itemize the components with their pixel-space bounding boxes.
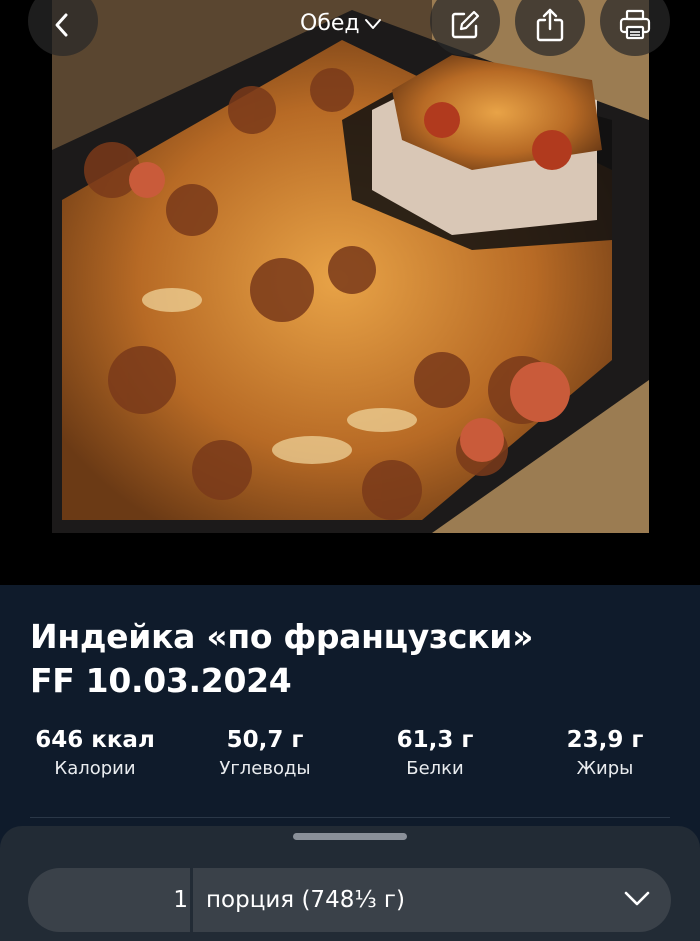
sheet-grabber[interactable] xyxy=(293,833,407,840)
carbs-stat: 50,7 г Углеводы xyxy=(180,725,350,783)
back-button[interactable] xyxy=(28,0,98,56)
edit-button[interactable] xyxy=(430,0,500,56)
chevron-left-icon xyxy=(51,0,75,42)
recipe-title-line1: Индейка «по французски» xyxy=(30,617,534,656)
quantity-field[interactable]: 1 xyxy=(28,868,188,932)
chevron-down-icon[interactable] xyxy=(623,890,651,912)
fat-label: Жиры xyxy=(576,758,634,779)
protein-stat: 61,3 г Белки xyxy=(350,725,520,783)
share-icon xyxy=(535,0,565,46)
fat-value: 23,9 г xyxy=(566,727,644,753)
print-button[interactable] xyxy=(600,0,670,56)
meal-selector[interactable]: Обед xyxy=(300,6,382,40)
chevron-down-icon xyxy=(364,11,382,36)
quantity-divider xyxy=(190,868,193,932)
protein-label: Белки xyxy=(406,758,464,779)
divider xyxy=(30,817,670,818)
share-button[interactable] xyxy=(515,0,585,56)
recipe-photo xyxy=(52,0,649,533)
recipe-title: Индейка «по французски» FF 10.03.2024 xyxy=(30,615,670,703)
recipe-title-line2: FF 10.03.2024 xyxy=(30,661,292,700)
meal-label: Обед xyxy=(300,10,360,36)
top-bar: Обед xyxy=(0,0,700,60)
photo-area: Обед xyxy=(0,0,700,585)
carbs-label: Углеводы xyxy=(219,758,311,779)
carbs-value: 50,7 г xyxy=(226,727,304,753)
edit-icon xyxy=(450,0,480,44)
protein-value: 61,3 г xyxy=(396,727,474,753)
serving-unit[interactable]: порция (748⅓ г) xyxy=(206,868,405,932)
calories-value: 646 ккал xyxy=(35,727,155,753)
print-icon xyxy=(618,0,652,45)
serving-selector: 1 порция (748⅓ г) xyxy=(28,868,671,932)
fat-stat: 23,9 г Жиры xyxy=(520,725,690,783)
nutrition-summary: 646 ккал Калории 50,7 г Углеводы 61,3 г … xyxy=(0,725,700,795)
calories-stat: 646 ккал Калории xyxy=(10,725,180,783)
calories-label: Калории xyxy=(54,758,136,779)
serving-sheet: 1 порция (748⅓ г) xyxy=(0,826,700,941)
